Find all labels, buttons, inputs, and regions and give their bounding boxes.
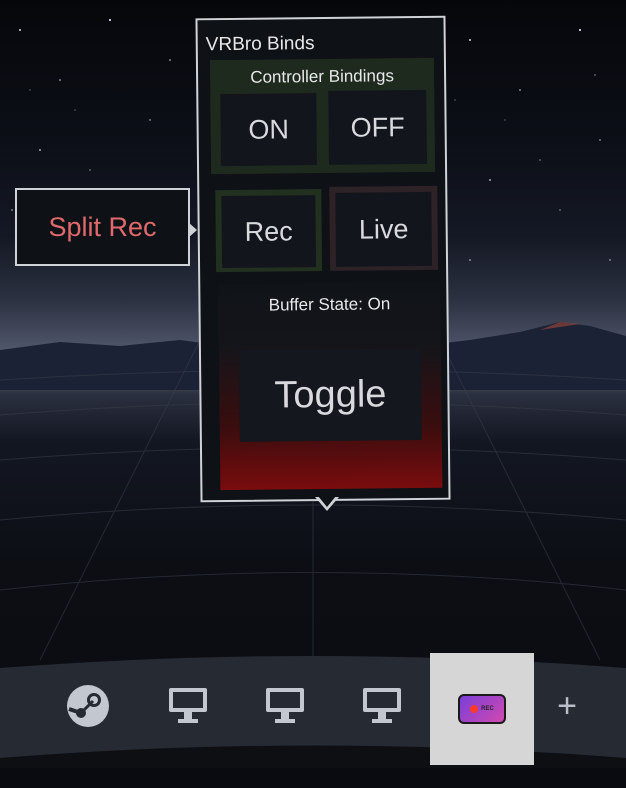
bindings-on-button[interactable]: ON — [220, 93, 318, 167]
rec-app-icon: REC — [458, 694, 506, 724]
replay-buffer-section: Buffer State: On Toggle — [218, 281, 443, 491]
callout-pointer — [188, 222, 197, 238]
monitor-icon — [169, 688, 207, 723]
dock-item-steam[interactable] — [58, 676, 118, 736]
dock-item-desktop-3[interactable] — [352, 676, 412, 736]
monitor-icon — [266, 688, 304, 723]
bindings-off-button[interactable]: OFF — [328, 89, 428, 165]
panel-title: VRBro Binds — [205, 33, 315, 56]
record-dot-icon — [470, 705, 479, 713]
dock-item-vrbro[interactable]: REC — [430, 653, 534, 765]
split-rec-callout[interactable]: Split Rec — [15, 188, 190, 266]
dock-item-desktop-1[interactable] — [158, 676, 218, 736]
steam-icon — [67, 685, 109, 727]
dock-item-desktop-2[interactable] — [255, 676, 315, 736]
vrbro-binds-panel: VRBro Binds Controller Bindings ON OFF R… — [195, 15, 451, 503]
controller-bindings-heading: Controller Bindings — [250, 66, 394, 87]
monitor-icon — [363, 688, 401, 723]
plus-icon: + — [557, 687, 577, 725]
panel-pointer-fill — [318, 496, 336, 507]
buffer-toggle-button[interactable]: Toggle — [238, 347, 422, 442]
buffer-state-text: Buffer State: On — [268, 294, 391, 315]
live-mode-button[interactable]: Live — [335, 191, 433, 267]
dock-item-add[interactable]: + — [537, 676, 597, 736]
rec-badge: REC — [481, 706, 494, 712]
controller-bindings-group: Controller Bindings ON OFF — [209, 57, 436, 175]
rec-mode-button[interactable]: Rec — [221, 195, 317, 269]
split-rec-label: Split Rec — [48, 211, 157, 242]
